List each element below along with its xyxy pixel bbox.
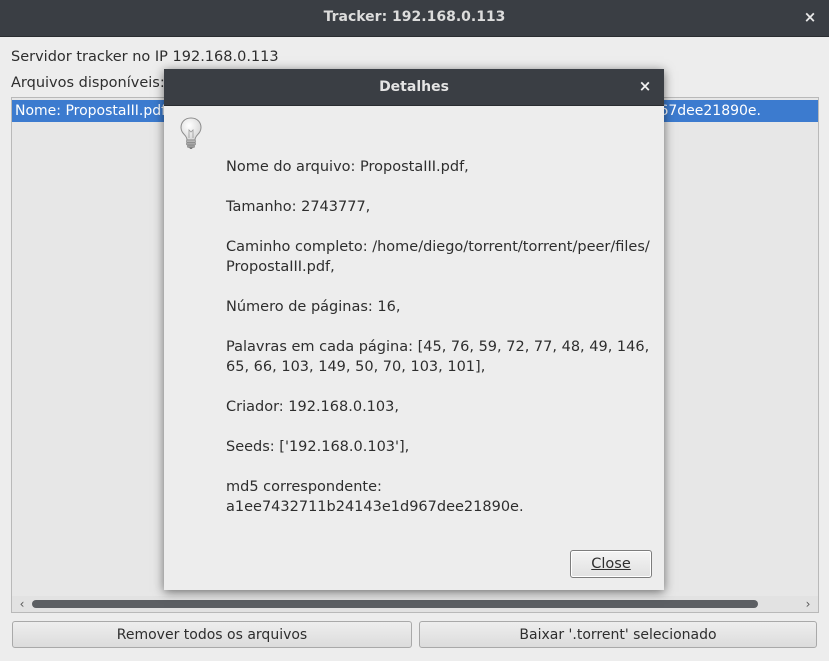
horizontal-scrollbar[interactable]: ‹ › [12, 596, 818, 612]
scroll-right-icon[interactable]: › [800, 596, 816, 612]
dialog-titlebar[interactable]: Detalhes × [164, 69, 664, 106]
detail-line: Número de páginas: 16, [226, 299, 401, 315]
details-dialog: Detalhes × Nome do arquivo: PropostaIII.… [164, 69, 664, 590]
window-titlebar[interactable]: Tracker: 192.168.0.113 × [0, 0, 829, 37]
detail-line: Nome do arquivo: PropostaIII.pdf, [226, 159, 469, 175]
detail-line: Caminho completo: /home/diego/torrent/to… [226, 239, 650, 275]
download-torrent-button[interactable]: Baixar '.torrent' selecionado [419, 621, 817, 648]
scroll-left-icon[interactable]: ‹ [14, 596, 30, 612]
server-label: Servidor tracker no IP 192.168.0.113 [11, 49, 279, 65]
detail-line: Palavras em cada página: [45, 76, 59, 72… [226, 339, 650, 375]
dialog-close-icon[interactable]: × [638, 77, 652, 95]
window-title: Tracker: 192.168.0.113 [323, 9, 506, 25]
lightbulb-icon [180, 117, 202, 149]
close-button[interactable]: Close [570, 550, 652, 578]
scrollbar-thumb[interactable] [32, 600, 758, 608]
detail-line: md5 correspondente: a1ee7432711b24143e1d… [226, 479, 524, 515]
remove-all-files-button[interactable]: Remover todos os arquivos [12, 621, 412, 648]
close-button-label: Close [591, 556, 631, 572]
dialog-title: Detalhes [379, 79, 449, 95]
window-close-icon[interactable]: × [803, 8, 817, 26]
detail-line: Criador: 192.168.0.103, [226, 399, 399, 415]
detail-line: Seeds: ['192.168.0.103'], [226, 439, 410, 455]
files-label: Arquivos disponíveis: [11, 75, 165, 91]
detail-line: Tamanho: 2743777, [226, 199, 371, 215]
details-text: Nome do arquivo: PropostaIII.pdf, Tamanh… [226, 157, 656, 537]
